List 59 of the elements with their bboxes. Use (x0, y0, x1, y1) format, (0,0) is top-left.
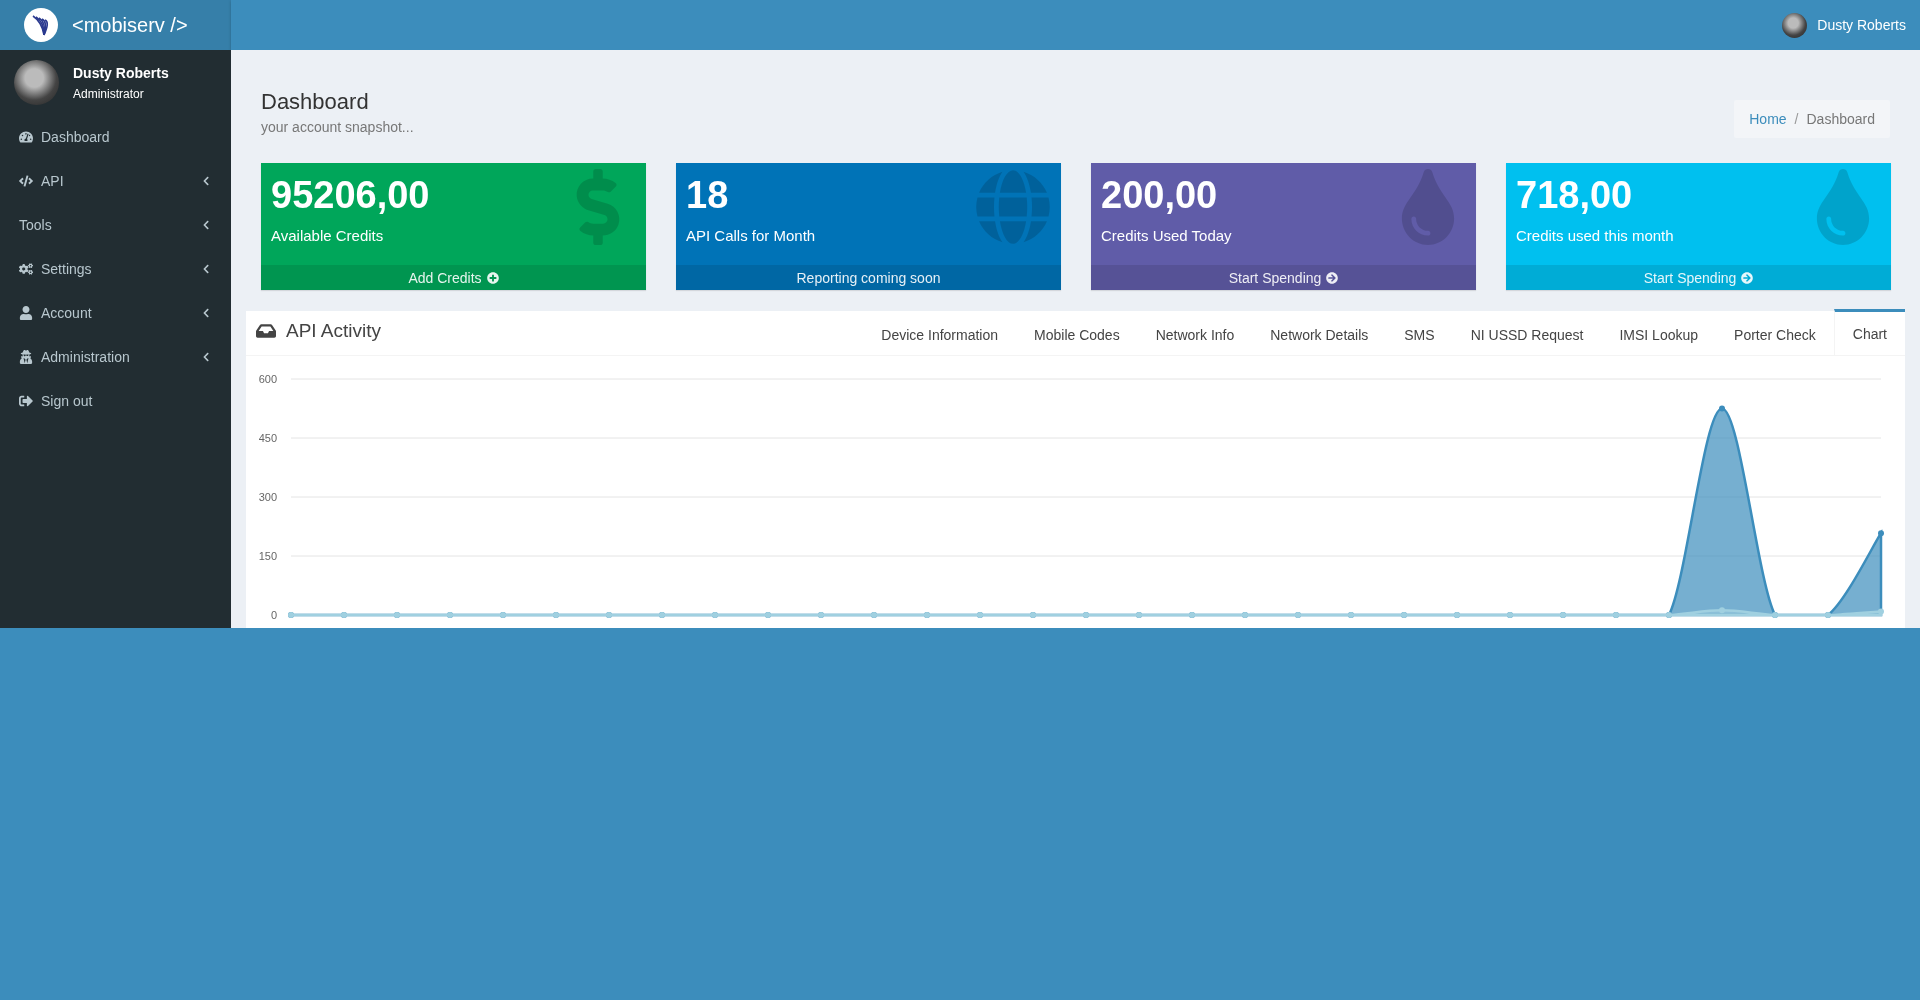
tab[interactable]: SMS (1386, 315, 1453, 355)
breadcrumb-current: Dashboard (1806, 111, 1875, 127)
tab[interactable]: NI USSD Request (1452, 315, 1602, 355)
sidebar-item[interactable]: Administration (0, 335, 231, 379)
card-footer-link[interactable]: Add Credits (261, 265, 646, 290)
stat-value: 95206,00 (271, 173, 430, 217)
menu-item-icon (19, 130, 33, 144)
menu-item-icon (19, 306, 33, 320)
sidebar-item[interactable]: Settings (0, 247, 231, 291)
footer-icon (1741, 271, 1754, 284)
footer-icon (486, 271, 499, 284)
card-footer-link[interactable]: Reporting coming soon (676, 265, 1061, 290)
avatar[interactable] (1782, 12, 1808, 38)
stat-value: 718,00 (1516, 173, 1633, 217)
data-point (1878, 608, 1884, 615)
data-point (1719, 405, 1725, 412)
data-point (1878, 530, 1884, 537)
stat-label: Available Credits (271, 227, 384, 244)
breadcrumb-separator: / (1794, 111, 1799, 127)
axis-label: 450 (258, 432, 277, 444)
sidebar-item[interactable]: API (0, 159, 231, 203)
panel-title: API Activity (286, 320, 382, 342)
stat-label: API Calls for Month (686, 227, 816, 244)
inbox-icon (256, 321, 276, 341)
footer-icon (1326, 271, 1339, 284)
menu-item-icon (19, 394, 33, 408)
menu-item-icon (19, 350, 33, 364)
axis-label: 300 (258, 491, 277, 503)
page-title: Dashboard (261, 89, 370, 115)
tab[interactable]: Mobile Codes (1016, 315, 1138, 355)
page-subtitle: your account snapshot... (261, 119, 414, 135)
card-footer-link[interactable]: Start Spending (1091, 265, 1476, 290)
card-background-icon (975, 169, 1051, 245)
stat-value: 200,00 (1101, 173, 1218, 217)
user-role: Administrator (73, 86, 145, 101)
tab[interactable]: Device Information (863, 315, 1017, 355)
user-name: Dusty Roberts (73, 64, 169, 81)
logo-text[interactable]: <mobiserv /> (72, 13, 188, 37)
user-name[interactable]: Dusty Roberts (1817, 17, 1906, 33)
avatar (14, 60, 59, 105)
tab[interactable]: Porter Check (1716, 315, 1834, 355)
logo-icon (24, 8, 58, 42)
axis-label: 150 (258, 550, 277, 562)
sidebar-item[interactable]: Tools (0, 203, 231, 247)
sidebar-item[interactable]: Dashboard (0, 115, 231, 159)
tab[interactable]: Chart (1833, 309, 1905, 355)
axis-label: 600 (258, 373, 277, 385)
tab[interactable]: Network Details (1252, 315, 1387, 355)
stat-label: Credits Used Today (1101, 227, 1232, 244)
stat-label: Credits used this month (1516, 227, 1674, 244)
menu-item-icon (19, 174, 33, 188)
menu-item-icon (19, 262, 33, 276)
sidebar-item[interactable]: Account (0, 291, 231, 335)
stat-value: 18 (686, 173, 729, 217)
sidebar-item[interactable]: Sign out (0, 379, 231, 423)
tab[interactable]: IMSI Lookup (1601, 315, 1717, 355)
data-point (1719, 607, 1725, 614)
axis-label: 0 (270, 609, 277, 621)
tab[interactable]: Network Info (1137, 315, 1253, 355)
